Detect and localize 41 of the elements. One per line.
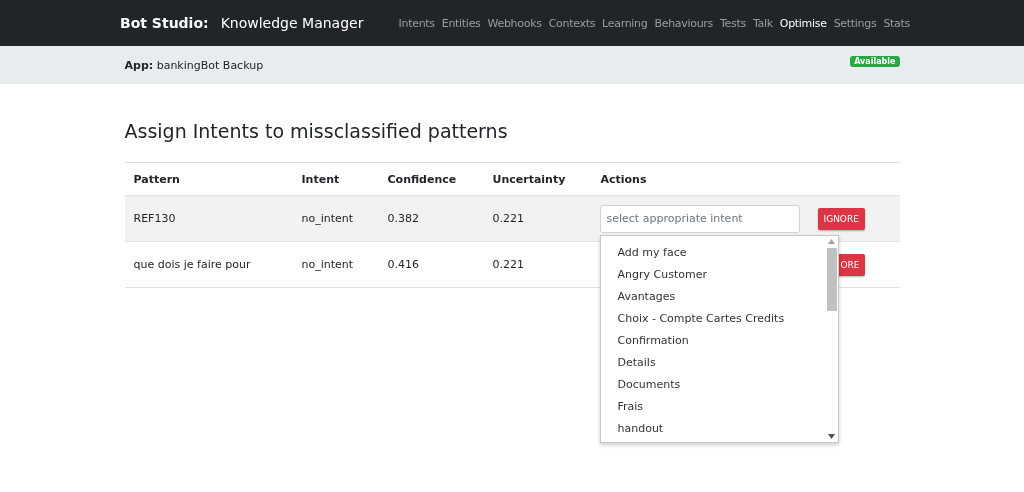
column-header: Intent <box>301 172 341 186</box>
nav-link[interactable]: Optimise <box>779 16 827 30</box>
nav-link[interactable]: Stats <box>883 16 910 30</box>
app-name: App: bankingBot Backup <box>124 58 264 72</box>
nav-link[interactable]: Contexts <box>548 16 596 30</box>
table-cell-text: no_intent <box>301 258 355 271</box>
nav-link[interactable]: Behaviours <box>654 16 713 30</box>
scroll-thumb[interactable] <box>826 247 837 311</box>
dropdown-option[interactable]: Details <box>600 351 826 374</box>
table-cell-text: 0.416 <box>387 258 420 271</box>
dropdown-option[interactable]: Avantages <box>600 285 826 308</box>
column-header: Uncertainty <box>492 172 567 186</box>
intent-field[interactable]: select appropriate intent <box>599 204 800 233</box>
brand-label: Bot Studio: <box>120 15 209 31</box>
dropdown-option[interactable]: Documents <box>600 373 826 396</box>
nav-link[interactable]: Tests <box>720 16 746 30</box>
dropdown-option[interactable]: Frais <box>600 395 826 418</box>
status-badge: Available <box>850 55 900 67</box>
table-cell-text: 0.382 <box>387 212 420 225</box>
column-header: Confidence <box>387 172 458 186</box>
scroll-up-icon[interactable] <box>828 238 835 244</box>
nav-link[interactable]: Settings <box>833 16 877 30</box>
nav-link[interactable]: Talk <box>752 16 773 30</box>
table-cell-text: REF130 <box>133 212 177 225</box>
dropdown-option[interactable]: Confirmation <box>600 329 826 352</box>
scroll-down-icon[interactable] <box>828 433 835 439</box>
ignore-button[interactable]: IGNORE <box>817 207 865 230</box>
column-header: Actions <box>600 172 648 186</box>
nav-link[interactable]: Intents <box>398 16 435 30</box>
page-heading: Assign Intents to missclassified patterns <box>124 120 509 142</box>
table-cell-text: 0.221 <box>492 212 525 225</box>
nav-link[interactable]: Entities <box>441 16 481 30</box>
table-cell-text: que dois je faire pour <box>133 258 252 271</box>
nav-link[interactable]: Webhooks <box>487 16 542 30</box>
nav-link[interactable]: Learning <box>602 16 648 30</box>
table-cell-text: 0.221 <box>492 258 525 271</box>
table-cell-text: no_intent <box>301 212 355 225</box>
dropdown-option[interactable]: handout <box>600 417 826 440</box>
app-title[interactable]: Knowledge Manager <box>220 15 364 31</box>
dropdown-option[interactable]: Choix - Compte Cartes Credits <box>600 307 826 330</box>
column-header: Pattern <box>133 172 181 186</box>
